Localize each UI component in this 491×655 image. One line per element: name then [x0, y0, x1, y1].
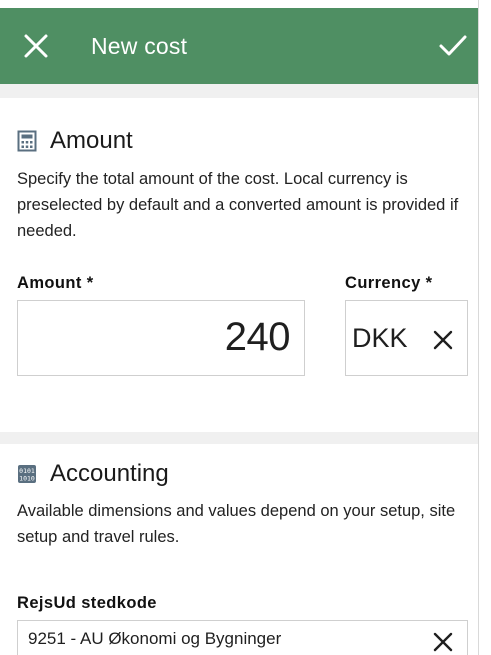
- currency-label: Currency *: [345, 274, 433, 292]
- amount-input[interactable]: 240: [17, 300, 305, 376]
- amount-section-header: Amount: [17, 126, 133, 156]
- svg-text:1010: 1010: [19, 475, 35, 483]
- top-strip: [0, 0, 478, 8]
- stedkode-value: 9251 - AU Økonomi og Bygninger: [28, 629, 282, 648]
- close-icon: [24, 34, 48, 58]
- close-button[interactable]: [20, 30, 52, 62]
- amount-value: 240: [224, 315, 291, 359]
- stedkode-label: RejsUd stedkode: [17, 594, 157, 612]
- accounting-section: 0101 1010 Accounting Available dimension…: [0, 444, 478, 655]
- confirm-button[interactable]: [436, 30, 470, 62]
- amount-section-title: Amount: [50, 127, 133, 154]
- new-cost-screen: New cost Amount Specify the total amount…: [0, 0, 491, 655]
- clear-currency-button[interactable]: [430, 327, 456, 353]
- close-icon: [433, 330, 453, 350]
- section-separator: [0, 432, 478, 444]
- clear-stedkode-button[interactable]: [430, 629, 456, 655]
- dimensions-icon: 0101 1010: [18, 465, 36, 483]
- stedkode-select[interactable]: 9251 - AU Økonomi og Bygninger: [17, 620, 468, 655]
- check-icon: [439, 35, 467, 56]
- accounting-section-description: Available dimensions and values depend o…: [17, 502, 456, 546]
- right-border: [478, 0, 479, 655]
- accounting-section-header: 0101 1010 Accounting: [17, 459, 169, 489]
- currency-select[interactable]: DKK: [345, 300, 468, 376]
- amount-section-description: Specify the total amount of the cost. Lo…: [17, 170, 459, 240]
- section-separator: [0, 84, 478, 98]
- currency-value: DKK: [352, 323, 408, 353]
- app-bar: New cost: [0, 8, 478, 84]
- calculator-icon: [17, 130, 37, 152]
- amount-label: Amount *: [17, 274, 94, 292]
- close-icon: [433, 632, 453, 652]
- amount-section: Amount Specify the total amount of the c…: [0, 98, 478, 432]
- accounting-section-title: Accounting: [50, 460, 169, 487]
- page-title: New cost: [91, 33, 188, 59]
